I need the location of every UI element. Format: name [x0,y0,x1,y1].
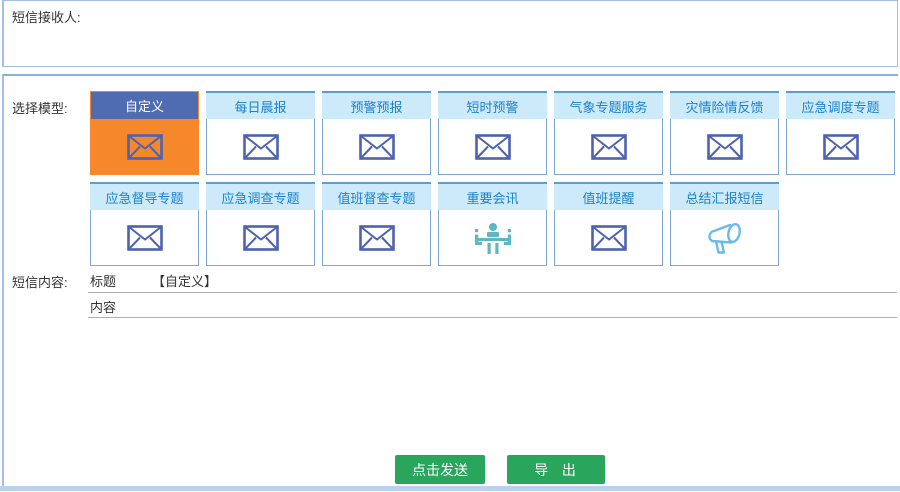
template-grid: 自定义 每日晨报 预警预报 短时预警 气象专题服务 灾情险情反馈 应急调度专题 [90,91,900,266]
template-tile[interactable]: 气象专题服务 [554,91,663,175]
template-tile-label: 应急督导专题 [90,182,199,210]
template-tile-label: 总结汇报短信 [670,182,779,210]
bottom-divider [0,486,900,491]
megaphone-icon [670,210,779,266]
envelope-icon [554,119,663,175]
envelope-icon [438,119,547,175]
template-tile[interactable]: 应急调度专题 [786,91,895,175]
envelope-icon [322,210,431,266]
sms-title-field[interactable]: 标题 【自定义】 [88,269,897,293]
template-tile[interactable]: 总结汇报短信 [670,182,779,266]
template-tile[interactable]: 每日晨报 [206,91,315,175]
template-tile-label: 应急调度专题 [786,91,895,119]
template-tile-label: 重要会讯 [438,182,547,210]
envelope-icon [90,210,199,266]
envelope-icon [322,119,431,175]
main-panel: 选择模型: 自定义 每日晨报 预警预报 短时预警 气象专题服务 灾情险情反馈 应… [2,74,898,486]
template-tile-label: 气象专题服务 [554,91,663,119]
template-tile-label: 值班督查专题 [322,182,431,210]
title-label: 标题 [90,271,134,290]
export-button[interactable]: 导 出 [507,455,605,484]
template-tile[interactable]: 短时预警 [438,91,547,175]
template-tile-label: 自定义 [91,92,198,119]
template-tile[interactable]: 自定义 [90,91,199,175]
title-value: 【自定义】 [152,271,217,290]
content-section-label: 短信内容: [12,272,68,291]
template-tile-label: 值班提醒 [554,182,663,210]
template-tile[interactable]: 预警预报 [322,91,431,175]
model-section-label: 选择模型: [12,98,68,117]
send-button[interactable]: 点击发送 [395,455,485,484]
recipients-input[interactable] [84,1,897,66]
envelope-icon [206,210,315,266]
template-tile-label: 短时预警 [438,91,547,119]
envelope-icon [786,119,895,175]
template-tile-label: 应急调查专题 [206,182,315,210]
recipients-panel: 短信接收人: [2,0,898,67]
envelope-icon [91,119,198,174]
template-tile[interactable]: 灾情险情反馈 [670,91,779,175]
template-tile-label: 灾情险情反馈 [670,91,779,119]
body-label: 内容 [90,297,116,316]
template-tile[interactable]: 值班督查专题 [322,182,431,266]
recipients-label: 短信接收人: [12,7,81,26]
envelope-icon [206,119,315,175]
template-tile[interactable]: 重要会讯 [438,182,547,266]
template-tile[interactable]: 应急调查专题 [206,182,315,266]
template-tile[interactable]: 值班提醒 [554,182,663,266]
template-tile-label: 每日晨报 [206,91,315,119]
template-tile-label: 预警预报 [322,91,431,119]
envelope-icon [670,119,779,175]
template-tile[interactable]: 应急督导专题 [90,182,199,266]
sms-body-field[interactable]: 内容 [88,295,897,318]
envelope-icon [554,210,663,266]
meeting-icon [438,210,547,266]
